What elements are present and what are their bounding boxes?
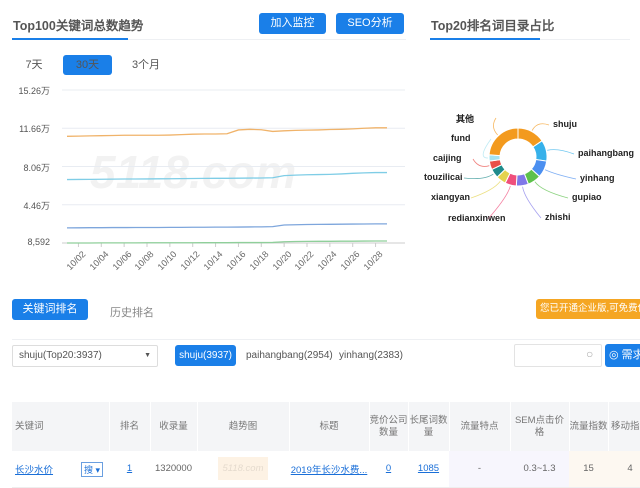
col-trend: 趋势图: [197, 402, 290, 451]
donut-label: gupiao: [572, 192, 602, 202]
leader-line: [531, 123, 550, 131]
donut-label: 其他: [456, 114, 475, 124]
cell-traffic-feature: -: [449, 451, 510, 488]
select-value: shuju(Top20:3937): [19, 350, 102, 361]
donut-label: xiangyan: [431, 192, 471, 202]
donut-label: shuju: [553, 119, 577, 129]
donut-label: touzilicai: [424, 172, 463, 182]
donut-label: zhishi: [545, 212, 571, 222]
divider: [12, 339, 640, 340]
col-indexed: 收录量: [150, 402, 198, 451]
col-traffic-index: 流量指数: [569, 402, 609, 451]
series-line-2: [66, 223, 387, 229]
keyword-link[interactable]: 长沙水价: [15, 465, 53, 476]
trend-chart: [62, 89, 405, 247]
leader-line: [534, 181, 569, 199]
bid-link[interactable]: 0: [386, 463, 391, 474]
col-sem-price: SEM点击价格: [510, 402, 570, 451]
donut-label: paihangbang: [578, 148, 634, 158]
longtail-link[interactable]: 1085: [418, 463, 439, 474]
tab-keyword-rank[interactable]: 关键词排名: [12, 299, 88, 320]
cell-title: 2019年长沙水费...: [289, 451, 369, 488]
donut-label: yinhang: [580, 173, 615, 183]
table-row: 长沙水价 搜 ▾ 1 1320000 5118.com 2019年长沙水费...…: [12, 451, 640, 488]
demand-label: 需求: [621, 349, 640, 361]
search-icon[interactable]: ○: [586, 347, 593, 361]
cell-sem-price: 0.3~1.3: [510, 451, 569, 488]
series-line-1: [66, 171, 387, 181]
title-underline: [430, 38, 540, 40]
engine-dropdown[interactable]: 搜 ▾: [81, 462, 104, 477]
chip-yinhang[interactable]: yinhang(2383): [339, 350, 403, 361]
directory-select[interactable]: shuju(Top20:3937) ▼: [12, 345, 158, 367]
cell-mobile-index: 4: [608, 451, 640, 488]
tab-history-rank[interactable]: 历史排名: [110, 304, 154, 320]
title-link[interactable]: 2019年长沙水费...: [291, 465, 368, 476]
rank-link[interactable]: 1: [127, 463, 132, 474]
divider: [540, 39, 630, 40]
cell-keyword: 长沙水价 搜 ▾: [12, 451, 109, 488]
leader-line: [472, 158, 490, 167]
donut-label: fund: [451, 133, 471, 143]
donut-label: caijing: [433, 153, 462, 163]
leader-line: [522, 186, 542, 219]
leader-line: [544, 169, 577, 180]
chip-shuju[interactable]: shuju(3937): [175, 345, 236, 366]
col-longtail: 长尾词数量: [408, 402, 450, 451]
series-line-0: [66, 127, 387, 137]
demand-button[interactable]: ◎ 需求: [605, 344, 640, 367]
chip-paihangbang[interactable]: paihangbang(2954): [246, 350, 333, 361]
donut-slice-其他[interactable]: [488, 127, 519, 157]
col-title: 标题: [289, 402, 370, 451]
engine-label: 搜: [84, 465, 94, 475]
trend-sparkline[interactable]: 5118.com: [218, 457, 268, 481]
col-traffic-feature: 流量特点: [449, 402, 511, 451]
cell-indexed: 1320000: [150, 451, 197, 488]
leader-line: [493, 117, 498, 136]
cell-traffic-index: 15: [569, 451, 608, 488]
leader-line: [547, 149, 575, 155]
cell-trend: 5118.com: [197, 451, 289, 488]
keyword-table: 关键词 排名 收录量 趋势图 标题 竞价公司数量 长尾词数量 流量特点 SEM点…: [12, 402, 640, 488]
cell-bid-companies: 0: [369, 451, 408, 488]
leader-line: [463, 173, 494, 180]
chat-icon: ◎: [609, 349, 619, 361]
chevron-down-icon: ▼: [144, 352, 151, 359]
cell-longtail: 1085: [408, 451, 449, 488]
enterprise-notice[interactable]: 您已开通企业版,可免费使: [536, 299, 640, 319]
leader-line: [470, 180, 501, 199]
col-rank: 排名: [109, 402, 151, 451]
col-mobile-index: 移动指数: [608, 402, 640, 451]
table-header: 关键词 排名 收录量 趋势图 标题 竞价公司数量 长尾词数量 流量特点 SEM点…: [12, 402, 640, 451]
cell-rank: 1: [109, 451, 150, 488]
donut-label: redianxinwen: [448, 213, 506, 223]
col-bid-companies: 竞价公司数量: [369, 402, 409, 451]
donut-panel-title: Top20排名词目录占比: [431, 19, 555, 33]
col-keyword: 关键词: [12, 402, 110, 451]
